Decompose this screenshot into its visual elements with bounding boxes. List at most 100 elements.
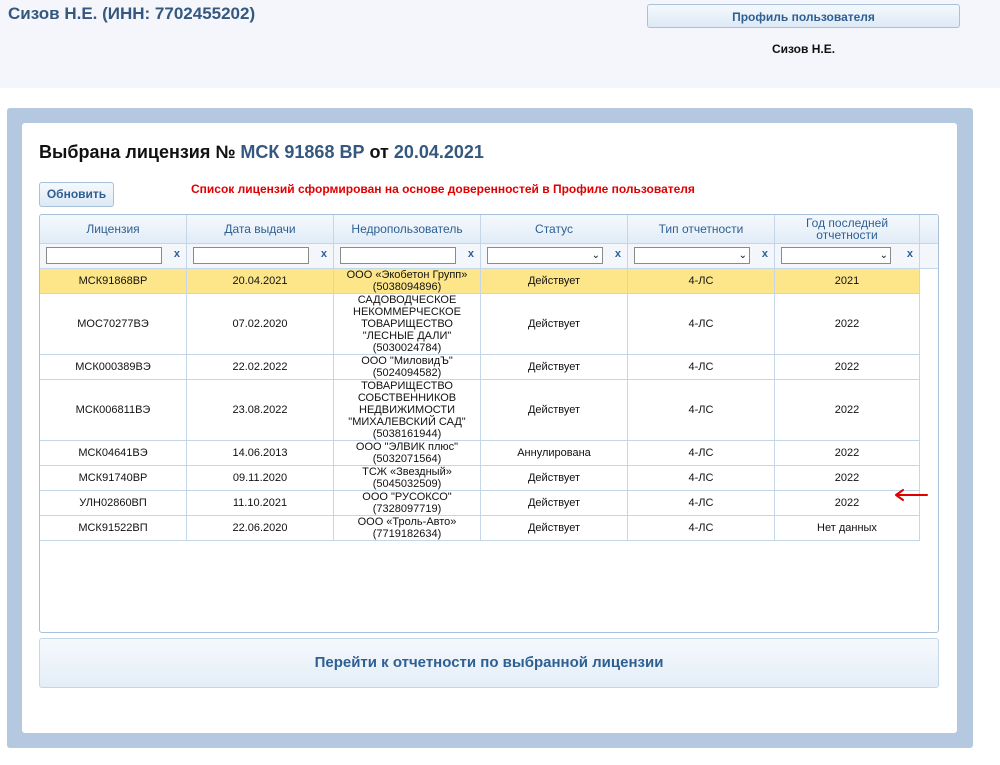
cell-license: МСК006811ВЭ	[40, 380, 187, 441]
red-arrow-icon	[895, 489, 928, 501]
cell-user: ООО «Экобетон Групп» (5038094896)	[334, 269, 481, 294]
cell-type: 4-ЛС	[628, 355, 775, 380]
cell-status: Действует	[481, 516, 628, 541]
table-row[interactable]: МСК91522ВП 22.06.2020 ООО «Троль-Авто» (7…	[40, 516, 920, 541]
chevron-down-icon: ⌄	[738, 249, 747, 261]
cell-license: УЛН02860ВП	[40, 491, 187, 516]
filter-user-input[interactable]	[340, 247, 456, 264]
cell-license: МОС70277ВЭ	[40, 294, 187, 355]
cell-user: ТОВАРИЩЕСТВО СОБСТВЕННИКОВ НЕДВИЖИМОСТИ "МИ…	[334, 380, 481, 441]
filter-status-clear[interactable]: x	[615, 248, 621, 260]
cell-date: 07.02.2020	[187, 294, 334, 355]
column-header-license[interactable]: Лицензия	[40, 215, 187, 243]
cell-user-line: (5045032509)	[372, 478, 442, 490]
filter-license-input[interactable]	[46, 247, 162, 264]
cell-user: ТСЖ «Звездный» (5045032509)	[334, 466, 481, 491]
cell-user-line: "МИХАЛЕВСКИЙ САД"	[348, 416, 466, 428]
cell-user-line: СОБСТВЕННИКОВ	[357, 392, 457, 404]
cell-date: 11.10.2021	[187, 491, 334, 516]
filter-license-clear[interactable]: x	[174, 248, 180, 260]
filter-type: ⌄ x	[628, 244, 775, 268]
filter-user-clear[interactable]: x	[468, 248, 474, 260]
table-row[interactable]: УЛН02860ВП 11.10.2021 ООО "РУСОКСО" (7328…	[40, 491, 920, 516]
table-header: Лицензия Дата выдачи Недропользователь С…	[40, 215, 938, 244]
filter-status: ⌄ x	[481, 244, 628, 268]
filter-type-select[interactable]: ⌄	[634, 247, 750, 264]
cell-user: ООО "РУСОКСО" (7328097719)	[334, 491, 481, 516]
cell-license: МСК91740ВР	[40, 466, 187, 491]
filter-date-clear[interactable]: x	[321, 248, 327, 260]
filter-license: x	[40, 244, 187, 268]
cell-user-line: ООО "ЭЛВИК плюс"	[355, 441, 459, 453]
cell-user-line: САДОВОДЧЕСКОЕ	[357, 294, 457, 306]
cell-status: Действует	[481, 491, 628, 516]
cell-status: Действует	[481, 466, 628, 491]
cell-user-line: НЕДВИЖИМОСТИ	[359, 404, 455, 416]
cell-license: МСК04641ВЭ	[40, 441, 187, 466]
cell-user-line: НЕКОММЕРЧЕСКОЕ	[353, 306, 461, 318]
license-panel: Выбрана лицензия № МСК 91868 ВР от 20.04…	[22, 123, 957, 733]
license-heading-prefix: Выбрана лицензия №	[39, 142, 241, 162]
cell-type: 4-ЛС	[628, 441, 775, 466]
table-row[interactable]: МСК91740ВР 09.11.2020 ТСЖ «Звездный» (504…	[40, 466, 920, 491]
cell-year: 2022	[775, 441, 920, 466]
cell-status: Аннулирована	[481, 441, 628, 466]
cell-user-line: ООО "РУСОКСО"	[362, 491, 452, 503]
filter-status-select[interactable]: ⌄	[487, 247, 603, 264]
table-row[interactable]: МСК006811ВЭ 23.08.2022 ТОВАРИЩЕСТВО СОБСТ…	[40, 380, 920, 441]
outer-panel: Выбрана лицензия № МСК 91868 ВР от 20.04…	[7, 108, 973, 748]
cell-date: 22.06.2020	[187, 516, 334, 541]
column-header-type[interactable]: Тип отчетности	[628, 215, 775, 243]
column-header-date[interactable]: Дата выдачи	[187, 215, 334, 243]
cell-year: 2022	[775, 355, 920, 380]
cell-date: 22.02.2022	[187, 355, 334, 380]
cell-date: 14.06.2013	[187, 441, 334, 466]
license-heading: Выбрана лицензия № МСК 91868 ВР от 20.04…	[39, 142, 484, 163]
filter-date: x	[187, 244, 334, 268]
filter-year-clear[interactable]: x	[907, 248, 913, 260]
column-header-status[interactable]: Статус	[481, 215, 628, 243]
cell-user: ООО «Троль-Авто» (7719182634)	[334, 516, 481, 541]
table-row[interactable]: МСК000389ВЭ 22.02.2022 ООО "МиловидЪ" (50…	[40, 355, 920, 380]
cell-license: МСК000389ВЭ	[40, 355, 187, 380]
license-number: МСК 91868 ВР	[240, 142, 365, 162]
cell-user-line: ООО «Троль-Авто»	[357, 516, 457, 528]
filter-type-clear[interactable]: x	[762, 248, 768, 260]
cell-year: 2022	[775, 294, 920, 355]
cell-year: Нет данных	[775, 516, 920, 541]
cell-status: Действует	[481, 355, 628, 380]
cell-user: ООО "ЭЛВИК плюс" (5032071564)	[334, 441, 481, 466]
cell-type: 4-ЛС	[628, 294, 775, 355]
cell-user-line: (7719182634)	[372, 528, 442, 540]
cell-user-line: (5030024784)	[372, 342, 442, 354]
cell-type: 4-ЛС	[628, 269, 775, 294]
filter-year-select[interactable]: ⌄	[781, 247, 891, 264]
cell-user-line: (5032071564)	[372, 453, 442, 465]
column-header-user[interactable]: Недропользователь	[334, 215, 481, 243]
chevron-down-icon: ⌄	[591, 249, 600, 261]
cell-user: ООО "МиловидЪ" (5024094582)	[334, 355, 481, 380]
cell-license: МСК91868ВР	[40, 269, 187, 294]
cell-user-line: ТСЖ «Звездный»	[362, 466, 452, 478]
table-row[interactable]: МСК04641ВЭ 14.06.2013 ООО "ЭЛВИК плюс" (5…	[40, 441, 920, 466]
cell-user-line: (5024094582)	[372, 367, 442, 379]
notice-text: Список лицензий сформирован на основе до…	[191, 182, 695, 196]
table-row[interactable]: МОС70277ВЭ 07.02.2020 САДОВОДЧЕСКОЕ НЕКОМ…	[40, 294, 920, 355]
go-to-reports-button[interactable]: Перейти к отчетности по выбранной лиценз…	[39, 638, 939, 688]
filter-date-input[interactable]	[193, 247, 309, 264]
cell-type: 4-ЛС	[628, 466, 775, 491]
cell-type: 4-ЛС	[628, 491, 775, 516]
table-row[interactable]: МСК91868ВР 20.04.2021 ООО «Экобетон Груп…	[40, 269, 920, 294]
profile-button[interactable]: Профиль пользователя	[647, 4, 960, 28]
column-header-year[interactable]: Год последней отчетности	[775, 215, 920, 243]
cell-user: САДОВОДЧЕСКОЕ НЕКОММЕРЧЕСКОЕ ТОВАРИЩЕСТВО "…	[334, 294, 481, 355]
refresh-button[interactable]: Обновить	[39, 182, 114, 207]
cell-year: 2021	[775, 269, 920, 294]
license-date: 20.04.2021	[393, 142, 484, 162]
license-heading-middle: от	[364, 142, 394, 162]
cell-year: 2022	[775, 380, 920, 441]
chevron-down-icon: ⌄	[879, 249, 888, 261]
cell-date: 09.11.2020	[187, 466, 334, 491]
user-title: Сизов Н.Е. (ИНН: 7702455202)	[8, 4, 256, 23]
top-bar: Сизов Н.Е. (ИНН: 7702455202) Профиль пол…	[0, 0, 1000, 88]
